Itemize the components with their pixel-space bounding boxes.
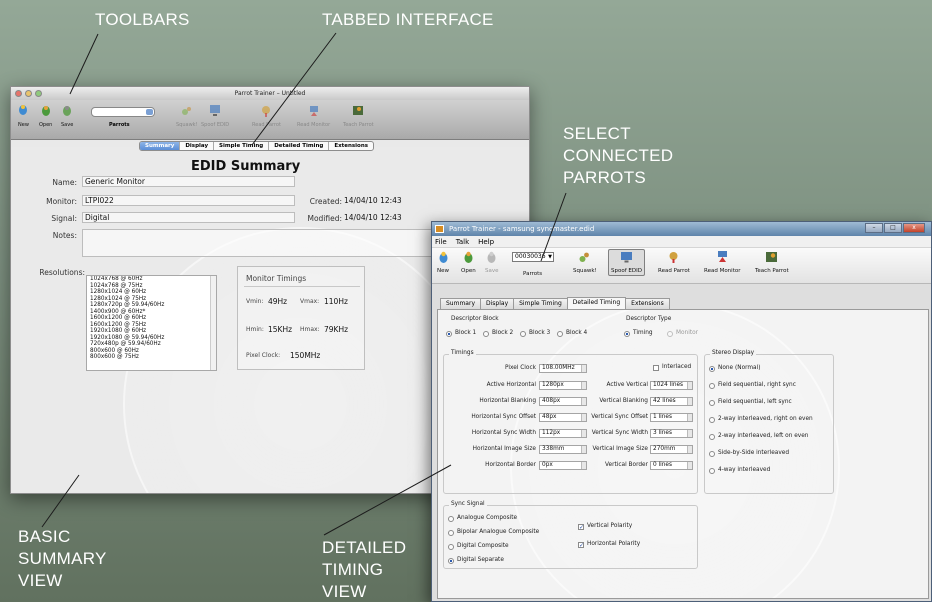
win-tab-detailed-timing[interactable]: Detailed Timing [566,297,627,309]
detailed-callout-line [323,464,452,536]
toolbars-callout-line [69,33,99,95]
tabs-callout-line [251,32,337,146]
summary-callout-line [41,474,80,528]
callout-lines [41,32,567,536]
parrots-callout-line [540,192,567,262]
